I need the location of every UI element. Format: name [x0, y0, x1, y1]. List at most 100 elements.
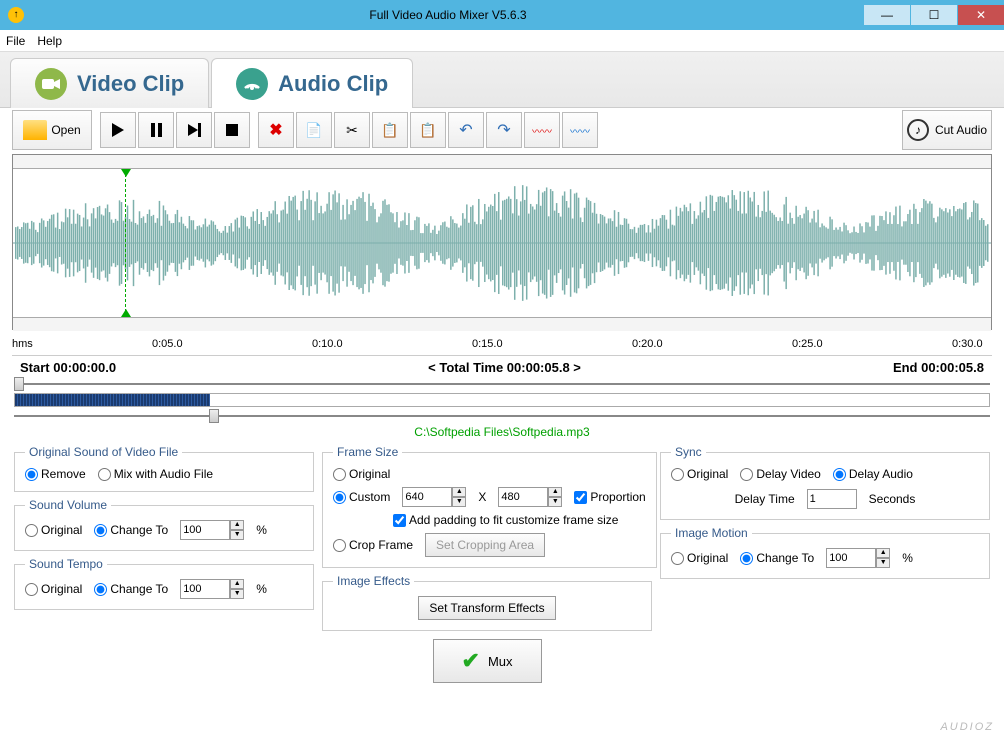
menu-file[interactable]: File — [6, 34, 25, 48]
spin-up[interactable]: ▲ — [876, 548, 890, 558]
spin-up[interactable]: ▲ — [452, 487, 466, 497]
time-tick: 0:15.0 — [472, 338, 503, 350]
cut-audio-button[interactable]: ♪ Cut Audio — [902, 110, 992, 150]
tab-video-clip[interactable]: Video Clip — [10, 58, 209, 108]
undo-button[interactable]: ↶ — [448, 112, 484, 148]
cut-button[interactable]: ✂ — [334, 112, 370, 148]
zoom-in-icon: 〰〰 — [532, 123, 552, 138]
folder-icon — [23, 120, 47, 140]
spin-up[interactable]: ▲ — [230, 579, 244, 589]
audio-icon — [236, 68, 268, 100]
tab-bar: Video Clip Audio Clip — [0, 52, 1004, 108]
cut-audio-label: Cut Audio — [935, 123, 987, 137]
frame-original-radio[interactable]: Original — [333, 467, 390, 481]
time-ruler-hms: hms — [12, 338, 33, 350]
end-time-label: End 00:00:05.8 — [893, 360, 984, 375]
tab-audio-label: Audio Clip — [278, 71, 388, 97]
title-bar: ↑ Full Video Audio Mixer V5.6.3 — ☐ ✕ — [0, 0, 1004, 30]
mix-sound-radio[interactable]: Mix with Audio File — [98, 467, 213, 481]
close-button[interactable]: ✕ — [958, 5, 1004, 25]
menu-help[interactable]: Help — [37, 34, 62, 48]
volume-change-radio[interactable]: Change To — [94, 523, 168, 537]
volume-original-radio[interactable]: Original — [25, 523, 82, 537]
delay-time-input[interactable] — [807, 489, 857, 509]
watermark: AUDIOZ — [940, 721, 994, 733]
motion-change-radio[interactable]: Change To — [740, 551, 814, 565]
tab-video-label: Video Clip — [77, 71, 184, 97]
redo-icon: ↷ — [497, 120, 510, 140]
zoom-in-button[interactable]: 〰〰 — [524, 112, 560, 148]
mux-button[interactable]: ✔ Mux — [433, 639, 542, 683]
playhead-marker-top — [121, 169, 131, 177]
stop-button[interactable] — [214, 112, 250, 148]
pause-button[interactable] — [138, 112, 174, 148]
start-slider[interactable] — [14, 379, 990, 389]
paste-icon: 📋 — [381, 122, 398, 139]
selection-bar — [14, 393, 990, 407]
spin-up[interactable]: ▲ — [230, 520, 244, 530]
padding-checkbox[interactable]: Add padding to fit customize frame size — [393, 513, 618, 527]
proportion-checkbox[interactable]: Proportion — [574, 490, 645, 504]
paste-button[interactable]: 📋 — [372, 112, 408, 148]
spin-down[interactable]: ▼ — [548, 497, 562, 507]
play-button[interactable] — [100, 112, 136, 148]
image-effects-group: Image Effects Set Transform Effects — [322, 574, 652, 631]
tempo-value-input[interactable] — [180, 579, 230, 599]
x-label: X — [478, 490, 486, 504]
spin-down[interactable]: ▼ — [452, 497, 466, 507]
frame-size-group: Frame Size Original Custom ▲▼ X ▲▼ Propo… — [322, 445, 657, 568]
spin-down[interactable]: ▼ — [230, 589, 244, 599]
delay-video-radio[interactable]: Delay Video — [740, 467, 821, 481]
file-path-label: C:\Softpedia Files\Softpedia.mp3 — [0, 425, 1004, 439]
time-ruler: hms 0:05.0 0:10.0 0:15.0 0:20.0 0:25.0 0… — [12, 332, 992, 356]
open-button[interactable]: Open — [12, 110, 92, 150]
delay-audio-radio[interactable]: Delay Audio — [833, 467, 913, 481]
maximize-button[interactable]: ☐ — [911, 5, 957, 25]
remove-sound-radio[interactable]: Remove — [25, 467, 86, 481]
step-button[interactable] — [176, 112, 212, 148]
time-tick: 0:05.0 — [152, 338, 183, 350]
menu-bar: File Help — [0, 30, 1004, 52]
spin-down[interactable]: ▼ — [876, 558, 890, 568]
waveform-panel[interactable] — [12, 154, 992, 330]
frame-custom-radio[interactable]: Custom — [333, 490, 390, 504]
motion-original-radio[interactable]: Original — [671, 551, 728, 565]
sync-group: Sync Original Delay Video Delay Audio De… — [660, 445, 990, 520]
frame-height-input[interactable] — [498, 487, 548, 507]
copy-button[interactable]: 📄 — [296, 112, 332, 148]
ruler-top — [13, 155, 991, 169]
set-cropping-button[interactable]: Set Cropping Area — [425, 533, 545, 557]
sound-volume-legend: Sound Volume — [25, 498, 111, 512]
start-time-label: Start 00:00:00.0 — [20, 360, 116, 375]
tab-audio-clip[interactable]: Audio Clip — [211, 58, 413, 108]
sync-original-radio[interactable]: Original — [671, 467, 728, 481]
range-sliders — [14, 379, 990, 421]
delete-button[interactable]: ✖ — [258, 112, 294, 148]
delay-time-label: Delay Time — [735, 492, 795, 506]
image-motion-legend: Image Motion — [671, 526, 752, 540]
set-transform-button[interactable]: Set Transform Effects — [418, 596, 555, 620]
image-effects-legend: Image Effects — [333, 574, 414, 588]
zoom-out-button[interactable]: 〰〰 — [562, 112, 598, 148]
seconds-label: Seconds — [869, 492, 916, 506]
paste-mix-button[interactable]: 📋 — [410, 112, 446, 148]
paste-mix-icon: 📋 — [419, 122, 436, 139]
tempo-original-radio[interactable]: Original — [25, 582, 82, 596]
minimize-button[interactable]: — — [864, 5, 910, 25]
redo-button[interactable]: ↷ — [486, 112, 522, 148]
crop-frame-radio[interactable]: Crop Frame — [333, 538, 413, 552]
tempo-change-radio[interactable]: Change To — [94, 582, 168, 596]
playhead[interactable] — [125, 169, 126, 317]
scissors-icon: ✂ — [346, 122, 358, 139]
motion-value-input[interactable] — [826, 548, 876, 568]
pause-icon — [151, 123, 162, 137]
image-motion-group: Image Motion Original Change To ▲▼ % — [660, 526, 990, 579]
waveform-canvas[interactable] — [13, 169, 991, 317]
sound-tempo-legend: Sound Tempo — [25, 557, 107, 571]
volume-value-input[interactable] — [180, 520, 230, 540]
spin-down[interactable]: ▼ — [230, 530, 244, 540]
spin-up[interactable]: ▲ — [548, 487, 562, 497]
window-title: Full Video Audio Mixer V5.6.3 — [32, 8, 864, 22]
end-slider[interactable] — [14, 411, 990, 421]
frame-width-input[interactable] — [402, 487, 452, 507]
